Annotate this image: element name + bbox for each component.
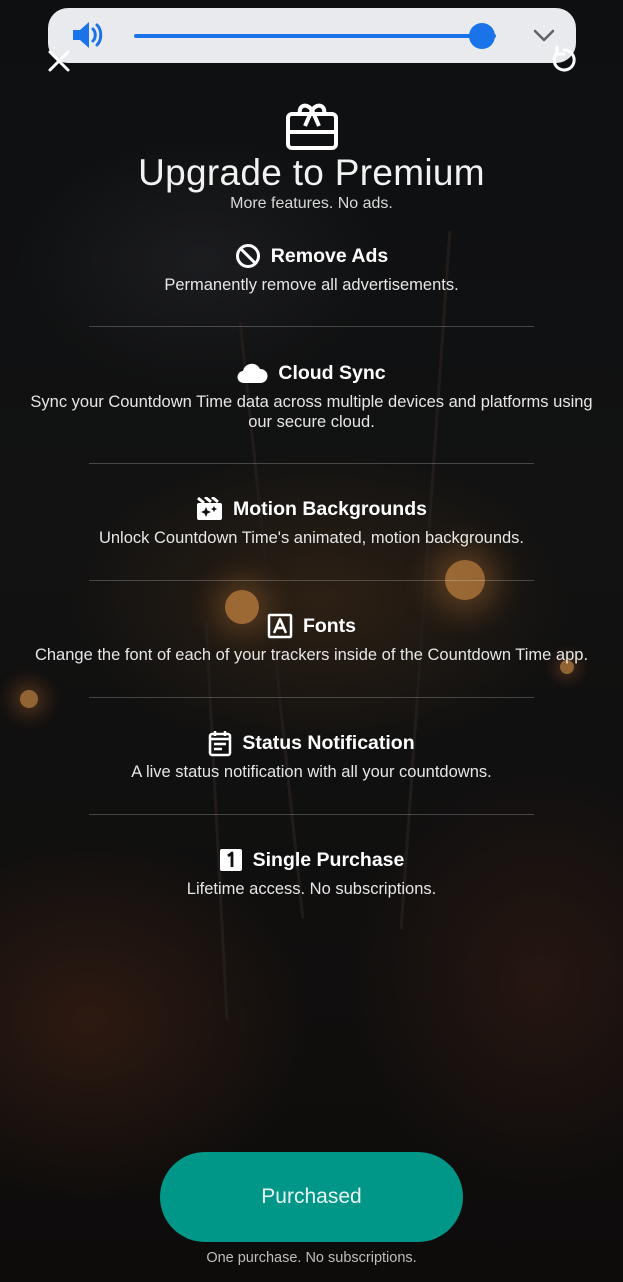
feature-heading: Motion Backgrounds [0,494,623,524]
feature-heading: Remove Ads [0,241,623,271]
feature-description: Lifetime access. No subscriptions. [186,880,437,898]
purchase-button[interactable]: Purchased [160,1152,463,1242]
motion-video-icon [197,497,223,520]
volume-slider-thumb[interactable] [468,23,495,49]
feature-heading: Single Purchase [0,845,623,875]
page-subtitle: More features. No ads. [230,195,393,212]
divider [89,580,534,581]
feature-title: Motion Backgrounds [233,497,427,520]
feature-status-notification: Status Notification A live status notifi… [0,728,623,782]
feature-title: Single Purchase [252,848,405,871]
font-icon [267,613,293,639]
close-icon[interactable] [44,46,74,76]
divider [89,697,534,698]
feature-single-purchase: Single Purchase Lifetime access. No subs… [0,845,623,899]
feature-cloud-sync: Cloud Sync Sync your Countdown Time data… [0,358,623,432]
feature-title: Remove Ads [270,244,389,267]
restore-icon[interactable] [548,44,580,76]
sparkle [20,690,38,708]
feature-title: Fonts [302,614,357,637]
calendar-icon [209,730,232,756]
feature-title: Cloud Sync [278,361,386,384]
divider [89,326,534,327]
speaker-icon[interactable] [70,20,104,50]
divider [89,814,534,815]
purchase-footnote: One purchase. No subscriptions. [206,1250,417,1266]
feature-title: Status Notification [242,731,415,754]
gift-card-icon [286,103,338,150]
sparkler-stick [204,620,229,1020]
feature-description: Change the font of each of your trackers… [34,646,589,664]
one-box-icon [219,849,242,871]
feature-description: Permanently remove all advertisements. [164,276,459,294]
chevron-down-icon[interactable] [532,24,556,46]
volume-slider-track[interactable] [134,34,496,38]
feature-motion-backgrounds: Motion Backgrounds Unlock Countdown Time… [0,494,623,548]
feature-fonts: Fonts Change the font of each of your tr… [0,611,623,665]
divider [89,463,534,464]
block-icon [235,244,260,268]
feature-description: Sync your Countdown Time data across mul… [30,393,593,431]
volume-panel [48,8,576,63]
cloud-icon [237,363,268,384]
page-title: Upgrade to Premium [138,152,485,193]
feature-description: Unlock Countdown Time's animated, motion… [98,529,525,547]
feature-heading: Status Notification [0,728,623,758]
feature-heading: Cloud Sync [0,358,623,388]
feature-heading: Fonts [0,611,623,641]
feature-description: A live status notification with all your… [131,763,492,781]
feature-remove-ads: Remove Ads Permanently remove all advert… [0,241,623,295]
